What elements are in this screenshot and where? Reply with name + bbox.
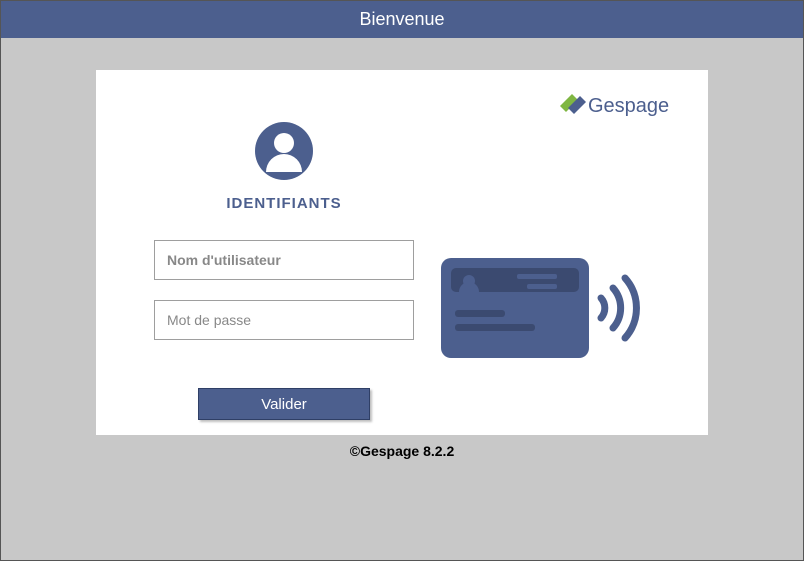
brand-logo: Gespage	[558, 88, 678, 127]
credentials-column: IDENTIFIANTS Valider	[144, 120, 424, 435]
submit-button[interactable]: Valider	[198, 388, 370, 420]
card-reader-column	[424, 120, 663, 435]
user-icon	[253, 120, 315, 187]
header-bar: Bienvenue	[1, 1, 803, 38]
field-group	[154, 240, 414, 360]
logo-mark-icon	[560, 94, 586, 114]
login-panel: Gespage IDENTIFIANTS Valider	[96, 70, 708, 435]
username-input[interactable]	[154, 240, 414, 280]
card-reader-icon	[439, 248, 649, 378]
password-input[interactable]	[154, 300, 414, 340]
brand-name: Gespage	[588, 95, 669, 117]
footer-text: ©Gespage 8.2.2	[1, 443, 803, 459]
section-label: IDENTIFIANTS	[226, 195, 341, 212]
header-title: Bienvenue	[359, 9, 444, 29]
